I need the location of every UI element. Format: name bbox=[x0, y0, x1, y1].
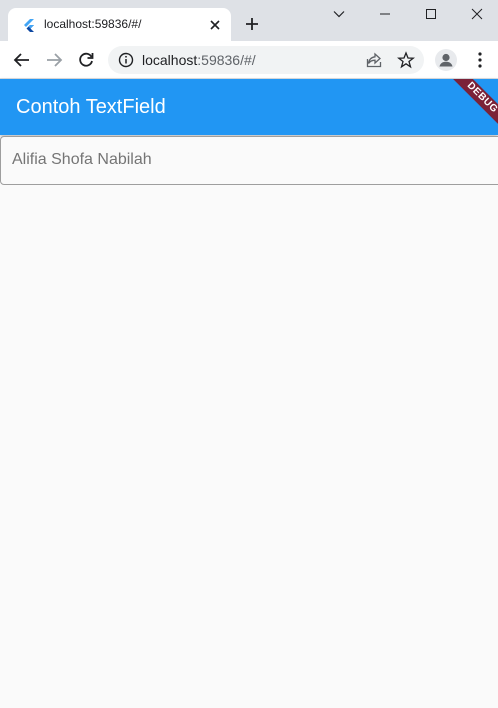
forward-icon[interactable] bbox=[44, 50, 64, 70]
minimize-button[interactable] bbox=[362, 0, 408, 30]
name-text-field[interactable]: Alifia Shofa Nabilah bbox=[0, 136, 498, 185]
flutter-icon bbox=[24, 19, 34, 32]
text-field-placeholder: Alifia Shofa Nabilah bbox=[12, 151, 152, 168]
tab-title: localhost:59836/#/ bbox=[44, 17, 142, 31]
profile-icon bbox=[439, 53, 453, 67]
maximize-icon bbox=[426, 9, 436, 19]
debug-label: DEBUG bbox=[438, 79, 498, 135]
url-text: localhost:59836/#/ bbox=[142, 52, 256, 68]
minimize-icon bbox=[380, 13, 390, 15]
chevron-down-icon bbox=[333, 11, 345, 18]
more-icon[interactable] bbox=[470, 50, 490, 70]
browser-tab[interactable]: localhost:59836/#/ bbox=[8, 8, 231, 41]
url-host: localhost bbox=[142, 52, 198, 68]
url-path: :59836/#/ bbox=[197, 52, 256, 68]
close-icon bbox=[471, 8, 483, 20]
share-icon[interactable] bbox=[365, 51, 383, 69]
tab-search-button[interactable] bbox=[316, 0, 362, 30]
profile-button[interactable] bbox=[435, 49, 457, 71]
browser-window: localhost:59836/#/ localhost:59836/#/ Co… bbox=[0, 0, 498, 708]
page-title: Contoh TextField bbox=[16, 96, 166, 118]
window-close-button[interactable] bbox=[454, 0, 498, 30]
reload-icon[interactable] bbox=[76, 50, 96, 70]
plus-icon[interactable] bbox=[244, 16, 260, 32]
maximize-button[interactable] bbox=[408, 0, 454, 30]
tab-strip: localhost:59836/#/ bbox=[0, 0, 498, 41]
address-bar[interactable]: localhost:59836/#/ bbox=[108, 46, 424, 74]
browser-toolbar: localhost:59836/#/ bbox=[0, 41, 498, 79]
star-icon[interactable] bbox=[397, 51, 415, 69]
back-icon[interactable] bbox=[12, 50, 32, 70]
app-bar: Contoh TextField DEBUG bbox=[0, 79, 498, 135]
info-icon[interactable] bbox=[118, 52, 134, 68]
close-icon[interactable] bbox=[207, 17, 223, 33]
